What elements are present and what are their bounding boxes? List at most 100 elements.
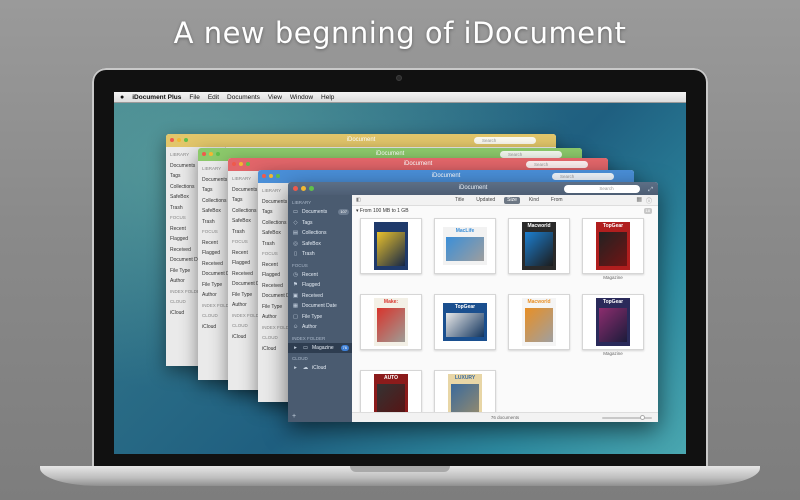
sidebar-item-label: Tags	[302, 219, 313, 226]
sidebar-item-trash[interactable]: ▯ Trash	[288, 249, 352, 260]
magazine-title: TopGear	[602, 299, 624, 305]
content-area: ◧ Title Updated Size Kind From ▦ ⓘ ▾ Fro…	[352, 195, 658, 422]
disclosure-triangle-icon[interactable]: ▸	[292, 345, 299, 351]
document-grid: MacLife Macworld TopGear Magazine Make: TopGe…	[352, 216, 658, 422]
document-thumbnail[interactable]: Make:	[360, 294, 422, 350]
sort-toolbar: ◧ Title Updated Size Kind From ▦ ⓘ	[352, 195, 658, 206]
menu-documents[interactable]: Documents	[227, 94, 260, 101]
document-thumbnail[interactable]: MacLife	[434, 218, 496, 274]
magazine-title: Macworld	[527, 299, 551, 305]
search-field[interactable]: Search	[526, 161, 588, 168]
sidebar-item-label: iCloud	[312, 365, 327, 372]
sidebar: LIBRARY ▭ Documents 107 ◇ Tags ▤ Collect…	[288, 195, 352, 422]
person-icon: ☺	[292, 324, 299, 331]
flag-icon: ⚑	[293, 282, 298, 289]
sidebar-item-icloud[interactable]: ▸ ☁ iCloud	[288, 363, 352, 374]
sort-updated-button[interactable]: Updated	[473, 197, 498, 204]
window-title: iDocument	[346, 137, 376, 143]
grid-view-icon[interactable]: ▦	[636, 196, 642, 205]
menu-bar: ● iDocument Plus File Edit Documents Vie…	[114, 92, 686, 103]
apple-menu-icon[interactable]: ●	[120, 94, 124, 101]
sidebar-item-recent[interactable]: ◷ Recent	[288, 270, 352, 281]
disclosure-triangle-icon[interactable]: ▸	[292, 365, 299, 371]
main-window-titlebar[interactable]: iDocument Search ⤢	[288, 182, 658, 195]
cover-artwork	[446, 313, 484, 337]
magazine-title: TopGear	[454, 304, 476, 310]
zoom-slider-knob[interactable]	[640, 415, 645, 420]
file-icon: ▢	[292, 313, 299, 320]
window-title: iDocument	[375, 151, 405, 157]
magazine-title: LUXURY	[454, 375, 476, 381]
tag-icon: ◇	[293, 219, 298, 226]
sidebar-item-file-type[interactable]: ▢ File Type	[288, 312, 352, 323]
thumbnail-frame: TopGear	[582, 218, 644, 274]
document-thumbnail[interactable]: Macworld	[508, 294, 570, 350]
magazine-cover: MacLife	[443, 227, 487, 265]
sidebar-item-received[interactable]: ▣ Received	[288, 291, 352, 302]
window-titlebar[interactable]: iDocument Search	[166, 134, 556, 147]
focus-header: FOCUS	[292, 262, 308, 268]
menu-app-name[interactable]: iDocument Plus	[132, 94, 181, 101]
group-header[interactable]: ▾ From 100 MB to 1 GB 18	[352, 206, 658, 216]
search-field[interactable]: Search	[474, 137, 536, 144]
document-thumbnail[interactable]: TopGear Magazine	[582, 294, 644, 356]
menu-file[interactable]: File	[189, 94, 199, 101]
trash-icon: ▯	[293, 251, 298, 258]
count-badge: 107	[338, 209, 349, 215]
main-window[interactable]: iDocument Search ⤢ LIBRARY ▭ Documents 1…	[288, 182, 658, 422]
documents-icon: ▭	[292, 209, 299, 216]
thumbnail-frame: TopGear	[582, 294, 644, 350]
sidebar-item-label: File Type	[302, 313, 323, 320]
sidebar-item-label: Collections	[302, 230, 327, 237]
menu-edit[interactable]: Edit	[208, 94, 219, 101]
sidebar-item-document-date[interactable]: ▦ Document Date	[288, 301, 352, 312]
sidebar-item-collections[interactable]: ▤ Collections	[288, 228, 352, 239]
group-count-badge: 18	[643, 208, 652, 214]
sidebar-item-label: Magazine	[312, 344, 334, 351]
zoom-icon[interactable]	[309, 186, 314, 191]
sidebar-item-label: SafeBox	[302, 240, 321, 247]
add-button[interactable]: +	[292, 413, 296, 420]
menu-view[interactable]: View	[268, 94, 282, 101]
document-thumbnail[interactable]: TopGear	[434, 294, 496, 350]
index-folder-header: INDEX FOLDER	[292, 335, 326, 341]
cover-artwork	[599, 308, 627, 342]
document-thumbnail[interactable]	[360, 218, 422, 274]
menu-help[interactable]: Help	[321, 94, 334, 101]
sidebar-item-flagged[interactable]: ⚑ Flagged	[288, 280, 352, 291]
toggle-sidebar-icon[interactable]: ◧	[356, 197, 361, 203]
cloud-icon: ☁	[302, 365, 309, 372]
magazine-title	[374, 222, 408, 224]
headline: A new begnning of iDocument	[173, 16, 627, 50]
sidebar-item-tags[interactable]: ◇ Tags	[288, 218, 352, 229]
zoom-slider[interactable]	[602, 415, 652, 420]
sort-size-button[interactable]: Size	[504, 197, 520, 204]
minimize-icon[interactable]	[301, 186, 306, 191]
status-text: 76 documents	[490, 415, 520, 420]
safe-icon: ◎	[293, 240, 298, 247]
document-thumbnail[interactable]: TopGear Magazine	[582, 218, 644, 280]
thumbnail-caption: Magazine	[603, 275, 623, 280]
close-icon[interactable]	[293, 186, 298, 191]
sort-from-button[interactable]: From	[548, 197, 566, 204]
sidebar-item-magazine[interactable]: ▸ ▭ Magazine 76	[288, 342, 352, 353]
sidebar-item-safebox[interactable]: ◎ SafeBox	[288, 239, 352, 250]
sort-kind-button[interactable]: Kind	[526, 197, 542, 204]
status-bar: 76 documents	[352, 412, 658, 422]
search-input[interactable]: Search	[564, 185, 640, 193]
sidebar-item-label: Recent	[302, 271, 318, 278]
sort-title-button[interactable]: Title	[452, 197, 467, 204]
document-thumbnail[interactable]: Macworld	[508, 218, 570, 274]
info-icon[interactable]: ⓘ	[646, 196, 652, 205]
sidebar-item-label: Trash	[302, 251, 315, 258]
disclosure-triangle-icon[interactable]: ▾	[356, 208, 359, 214]
magazine-title: MacLife	[455, 228, 475, 234]
magazine-title: Macworld	[527, 223, 551, 229]
sidebar-item-author[interactable]: ☺ Author	[288, 322, 352, 333]
screen: ● iDocument Plus File Edit Documents Vie…	[114, 92, 686, 454]
search-field[interactable]: Search	[500, 151, 562, 158]
sidebar-item-documents[interactable]: ▭ Documents 107	[288, 207, 352, 218]
menu-window[interactable]: Window	[290, 94, 313, 101]
search-field[interactable]: Search	[552, 173, 614, 180]
thumbnail-frame: Macworld	[508, 294, 570, 350]
